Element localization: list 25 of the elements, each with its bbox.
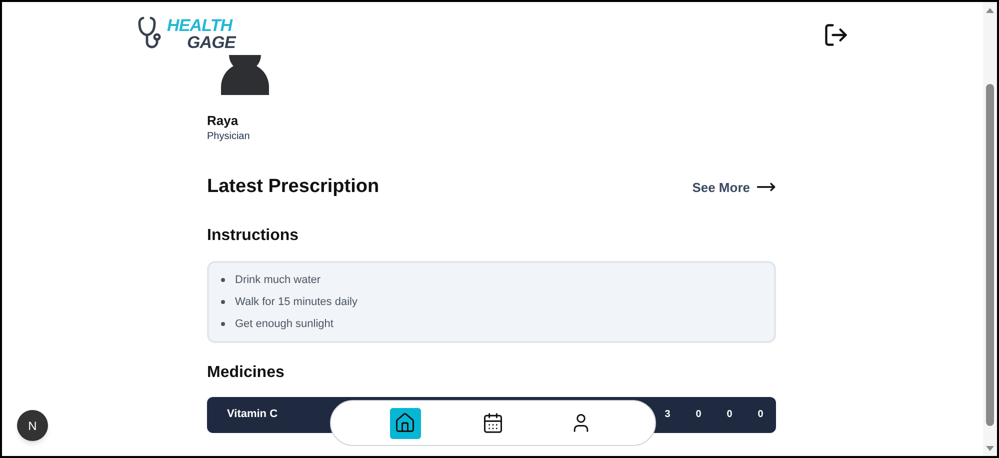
calendar-icon [482, 412, 504, 434]
section-heading: Medicines [207, 362, 286, 382]
bullet-icon [221, 278, 225, 282]
bullet-icon [221, 300, 225, 304]
logout-button[interactable] [822, 21, 850, 49]
home-icon [394, 412, 416, 434]
section-title: Latest Prescription [207, 175, 380, 199]
dose-value: 0 [695, 408, 702, 422]
home-tab[interactable] [390, 408, 420, 438]
dose-value: 0 [757, 408, 764, 422]
profile-name: Raya [207, 113, 240, 129]
instruction-text: Drink much water [235, 272, 321, 288]
logo-text: GAGE [186, 34, 236, 51]
instruction-text: Walk for 15 minutes daily [235, 294, 358, 310]
dose-value: 3 [664, 408, 671, 422]
profile-role: Physician [207, 130, 251, 144]
medicine-name: Vitamin C [227, 407, 278, 422]
logout-icon [823, 22, 849, 48]
logo-text: HEALTH [167, 17, 234, 34]
see-more-link[interactable]: See More [692, 177, 776, 198]
section-heading: Instructions [207, 226, 300, 246]
bullet-icon [221, 322, 225, 326]
dose-value: 0 [726, 408, 733, 422]
instruction-text: Get enough sunlight [235, 316, 334, 332]
dev-badge[interactable]: N [17, 410, 48, 441]
